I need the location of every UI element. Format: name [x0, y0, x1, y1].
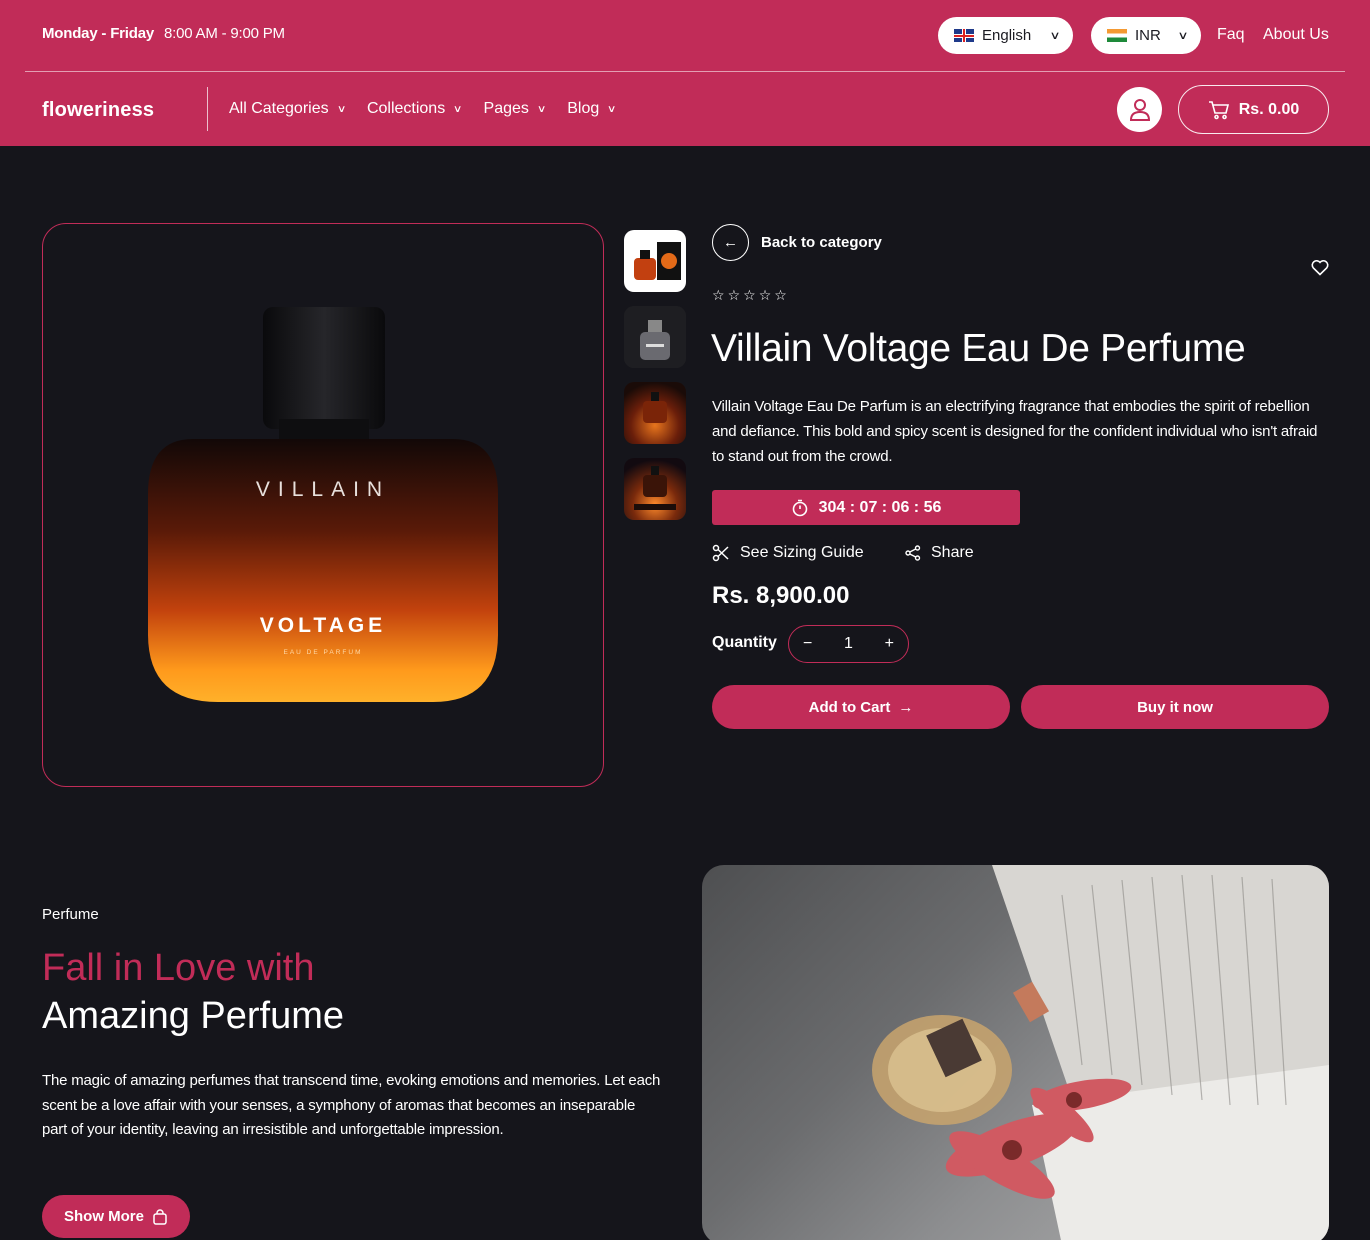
promo-tag: Perfume [42, 906, 99, 923]
plus-icon[interactable]: + [885, 635, 894, 653]
language-selector[interactable]: English ∨ [938, 17, 1073, 54]
promo-text: The magic of amazing perfumes that trans… [42, 1072, 661, 1138]
share-label: Share [931, 544, 974, 561]
perfume-bottle-image: VILLAIN VOLTAGE EAU DE PARFUM [148, 307, 498, 702]
countdown-timer: 304 : 07 : 06 : 56 [712, 490, 1020, 525]
product-price: Rs. 8,900.00 [712, 582, 850, 609]
cart-button[interactable]: Rs. 0.00 [1178, 85, 1329, 134]
back-label: Back to category [761, 234, 882, 251]
user-icon [1129, 98, 1150, 121]
product-thumbnails [624, 230, 686, 520]
star-outline-icon: ☆ [743, 287, 756, 303]
star-outline-icon: ☆ [774, 287, 787, 303]
quantity-label: Quantity [712, 634, 777, 651]
thumbnail-2[interactable] [624, 306, 686, 368]
thumbnail-1[interactable] [624, 230, 686, 292]
main-nav: floweriness All Categories ∨ Collections ∨… [0, 72, 1370, 146]
nav-item-label: All Categories [229, 100, 329, 117]
show-more-label: Show More [63, 1208, 144, 1225]
share-link[interactable]: Share [905, 544, 974, 562]
business-hours: Monday - Friday 8:00 AM - 9:00 PM [42, 25, 285, 42]
show-more-button[interactable]: Show More [42, 1195, 190, 1238]
buy-now-button[interactable]: Buy it now [1021, 685, 1329, 729]
chevron-down-icon: ∨ [453, 103, 463, 115]
bottle-name-text: VOLTAGE [260, 614, 386, 637]
uk-flag-icon [954, 29, 974, 42]
product-main-image[interactable]: VILLAIN VOLTAGE EAU DE PARFUM [42, 223, 604, 787]
arrow-left-icon: ← [712, 224, 749, 261]
language-label: English [982, 27, 1032, 44]
product-description: Villain Voltage Eau De Parfum is an elec… [712, 398, 1318, 465]
top-bar: Monday - Friday 8:00 AM - 9:00 PM English… [0, 0, 1370, 72]
promo-heading: Amazing Perfume [42, 995, 345, 1037]
bottle-sub-text: EAU DE PARFUM [284, 649, 363, 656]
perfume-book-image [872, 865, 1329, 1240]
thumbnail-4[interactable] [624, 458, 686, 520]
minus-icon[interactable]: − [803, 635, 812, 653]
site-logo[interactable]: floweriness [42, 99, 154, 122]
sizing-guide-label: See Sizing Guide [740, 544, 864, 561]
cart-total: Rs. 0.00 [1238, 100, 1300, 118]
star-outline-icon: ☆ [712, 287, 725, 303]
chevron-down-icon: ∨ [1049, 30, 1061, 42]
shopping-bag-icon [153, 1208, 167, 1225]
nav-item-label: Blog [567, 100, 600, 117]
chevron-down-icon: ∨ [1177, 30, 1189, 42]
thumbnail-image [634, 242, 681, 280]
back-to-category-link[interactable]: ← Back to category [712, 224, 882, 261]
promo-heading-accent: Fall in Love with [42, 947, 315, 989]
nav-item-all-categories[interactable]: All Categories ∨ [229, 100, 347, 118]
cart-icon [1208, 100, 1229, 119]
share-icon [905, 545, 921, 561]
chevron-down-icon: ∨ [607, 103, 617, 115]
thumbnail-3[interactable] [624, 382, 686, 444]
business-time: 8:00 AM - 9:00 PM [164, 25, 285, 42]
chevron-down-icon: ∨ [336, 103, 347, 115]
currency-label: INR [1135, 27, 1161, 44]
buy-now-label: Buy it now [1137, 698, 1213, 716]
quantity-stepper: − 1 + [788, 625, 909, 663]
site-header: Monday - Friday 8:00 AM - 9:00 PM English… [0, 0, 1370, 146]
bottle-brand-text: VILLAIN [256, 478, 390, 501]
scissors-icon [712, 544, 729, 562]
thumbnail-image [643, 392, 667, 423]
star-outline-icon: ☆ [758, 287, 772, 303]
add-to-cart-button[interactable]: Add to Cart → [712, 685, 1010, 729]
nav-item-pages[interactable]: Pages ∨ [483, 100, 547, 118]
add-to-cart-label: Add to Cart [808, 698, 891, 716]
arrow-right-icon: → [898, 698, 914, 716]
currency-selector[interactable]: INR ∨ [1091, 17, 1201, 54]
promo-perfume-image [702, 865, 1329, 1240]
nav-item-collections[interactable]: Collections ∨ [366, 100, 463, 118]
account-button[interactable] [1117, 87, 1162, 132]
nav-menu: All Categories ∨ Collections ∨ Pages ∨ Blog… [229, 100, 617, 118]
quantity-value[interactable]: 1 [844, 635, 853, 653]
faq-link[interactable]: Faq [1217, 26, 1245, 44]
chevron-down-icon: ∨ [536, 103, 547, 115]
business-days: Monday - Friday [42, 25, 155, 42]
product-title: Villain Voltage Eau De Perfume [711, 327, 1246, 370]
rating-stars: ☆ ☆ ☆ ☆ ☆ [712, 287, 787, 304]
thumbnail-image [624, 306, 686, 368]
wishlist-heart-icon[interactable] [1311, 259, 1329, 281]
nav-separator [207, 87, 208, 131]
thumbnail-image [634, 466, 676, 510]
nav-item-label: Pages [483, 100, 529, 117]
countdown-value: 304 : 07 : 06 : 56 [818, 498, 942, 516]
india-flag-icon [1107, 29, 1127, 42]
star-outline-icon: ☆ [727, 287, 741, 303]
nav-item-label: Collections [366, 100, 446, 117]
sizing-guide-link[interactable]: See Sizing Guide [712, 544, 864, 562]
stopwatch-icon [792, 499, 807, 516]
about-us-link[interactable]: About Us [1263, 26, 1329, 44]
nav-item-blog[interactable]: Blog ∨ [567, 100, 617, 118]
